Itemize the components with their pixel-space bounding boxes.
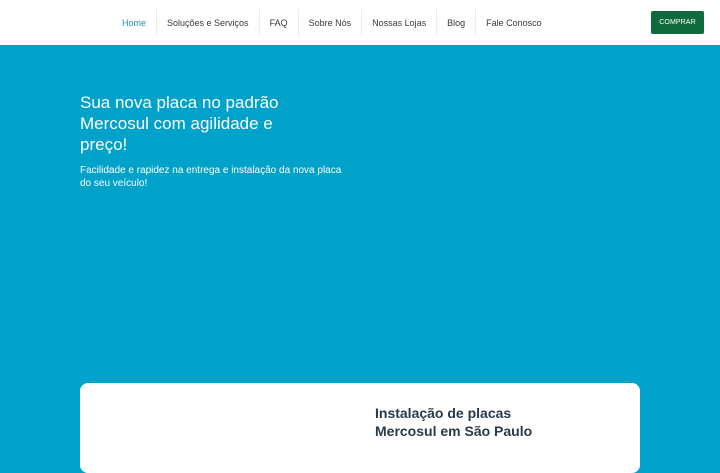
top-navbar: Home Soluções e Serviços FAQ Sobre Nós N… <box>0 0 720 45</box>
hero-title: Sua nova placa no padrão Mercosul com ag… <box>80 93 279 154</box>
nav-item-sobre-nos[interactable]: Sobre Nós <box>299 9 363 36</box>
main-nav: Home Soluções e Serviços FAQ Sobre Nós N… <box>112 0 552 45</box>
installation-card-title: Instalação de placas Mercosul em São Pau… <box>375 405 533 439</box>
installation-card: Instalação de placas Mercosul em São Pau… <box>80 383 640 473</box>
nav-item-faq[interactable]: FAQ <box>260 9 299 36</box>
nav-item-solucoes-servicos[interactable]: Soluções e Serviços <box>157 9 260 36</box>
hero-subtitle: Facilidade e rapidez na entrega e instal… <box>80 165 342 189</box>
nav-item-blog[interactable]: Blog <box>437 9 477 36</box>
buy-button[interactable]: COMPRAR <box>651 11 704 34</box>
nav-item-nossas-lojas[interactable]: Nossas Lojas <box>362 9 438 36</box>
nav-item-fale-conosco[interactable]: Fale Conosco <box>476 9 552 36</box>
nav-item-home[interactable]: Home <box>112 9 158 36</box>
